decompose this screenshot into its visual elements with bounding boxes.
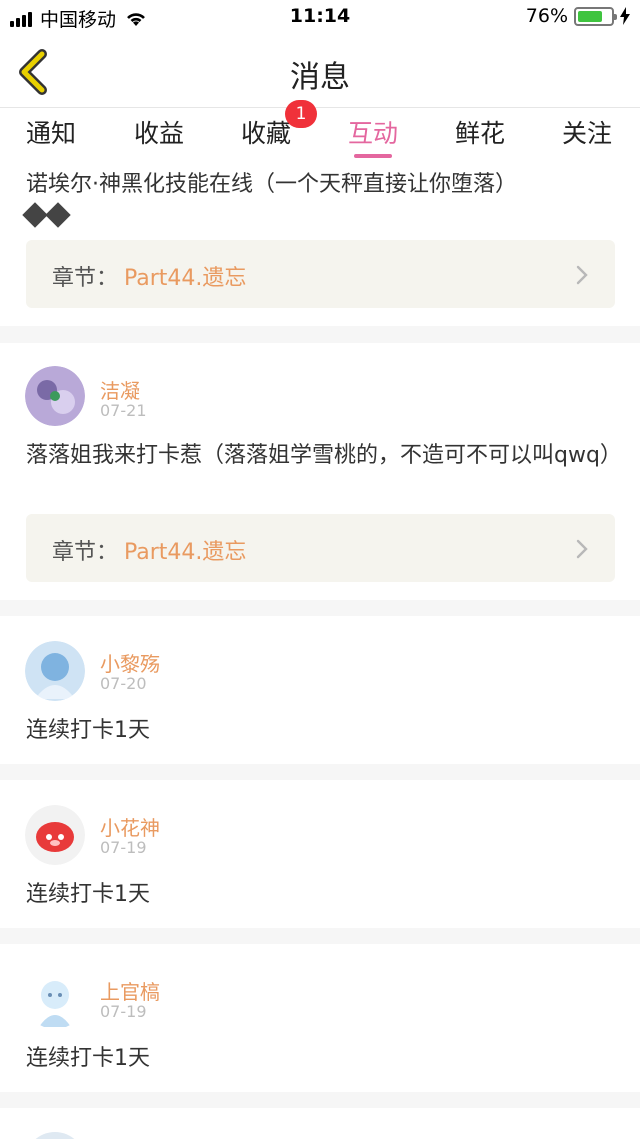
username[interactable]: 上官槁 xyxy=(100,976,160,1005)
tab-following[interactable]: 关注 xyxy=(562,114,612,150)
charging-bolt-icon xyxy=(620,7,630,25)
tab-notifications[interactable]: 通知 xyxy=(26,114,76,150)
username[interactable]: 洁凝 xyxy=(100,375,140,404)
tab-label: 鲜花 xyxy=(455,119,506,148)
avatar-image xyxy=(25,805,85,865)
battery-percent: 76% xyxy=(525,5,568,27)
message-text: 落落姐我来打卡惹（落落姐学雪桃的，不造可不可以叫qwq） xyxy=(26,443,622,468)
unknown-glyph-icon xyxy=(22,202,48,228)
message-date: 07-20 xyxy=(100,674,147,693)
navigation-bar: 消息 xyxy=(0,36,640,108)
message-card: 上官槁 07-19 连续打卡1天 xyxy=(0,944,640,1092)
tab-interactions[interactable]: 互动 xyxy=(348,114,399,158)
message-card: 洁凝 07-21 落落姐我来打卡惹（落落姐学雪桃的，不造可不可以叫qwq） 章节… xyxy=(0,343,640,600)
username[interactable]: 小黎殇 xyxy=(100,648,160,677)
avatar[interactable] xyxy=(25,969,85,1029)
chapter-link[interactable]: 章节： Part44.遗忘 xyxy=(26,240,615,308)
chevron-right-icon xyxy=(576,265,588,285)
page-title: 消息 xyxy=(290,60,350,95)
unknown-glyph-icon xyxy=(45,202,71,228)
avatar[interactable] xyxy=(25,1132,85,1139)
avatar[interactable] xyxy=(25,641,85,701)
message-text: 连续打卡1天 xyxy=(26,718,150,743)
tab-flowers[interactable]: 鲜花 xyxy=(455,114,505,150)
chapter-label: 章节： xyxy=(52,266,119,291)
tab-earnings[interactable]: 收益 xyxy=(134,114,184,150)
avatar-image xyxy=(25,641,85,701)
message-date: 07-19 xyxy=(100,1002,147,1021)
message-card: 小花神 07-19 连续打卡1天 xyxy=(0,780,640,928)
tab-label: 关注 xyxy=(562,119,613,148)
message-card: 诺埃尔·神黑化技能在线（一个天秤直接让你堕落） 章节： Part44.遗忘 xyxy=(0,158,640,326)
message-text: 连续打卡1天 xyxy=(26,882,150,907)
status-bar: 中国移动 11:14 76% xyxy=(0,0,640,36)
chapter-label: 章节： xyxy=(52,540,119,565)
username[interactable]: 小花神 xyxy=(100,812,160,841)
battery-icon xyxy=(574,6,617,26)
chapter-title: Part44.遗忘 xyxy=(124,540,247,565)
avatar[interactable] xyxy=(25,805,85,865)
message-date: 07-21 xyxy=(100,401,147,420)
message-card xyxy=(0,1108,640,1139)
avatar[interactable] xyxy=(25,366,85,426)
tab-label: 收藏 xyxy=(241,119,292,148)
tab-bar: 通知 收益 收藏 1 互动 鲜花 关注 xyxy=(0,100,640,158)
chapter-link[interactable]: 章节： Part44.遗忘 xyxy=(26,514,615,582)
tab-favorites[interactable]: 收藏 1 xyxy=(241,100,318,150)
tab-label: 互动 xyxy=(348,119,399,148)
avatar-image xyxy=(25,969,85,1029)
tab-label: 收益 xyxy=(134,119,185,148)
chevron-right-icon xyxy=(576,539,588,559)
status-right: 76% xyxy=(526,5,630,27)
message-card: 小黎殇 07-20 连续打卡1天 xyxy=(0,616,640,764)
avatar-image xyxy=(25,366,85,426)
message-text: 连续打卡1天 xyxy=(26,1046,150,1071)
message-text: 诺埃尔·神黑化技能在线（一个天秤直接让你堕落） xyxy=(22,170,616,230)
unread-badge: 1 xyxy=(285,100,318,128)
message-date: 07-19 xyxy=(100,838,147,857)
tab-label: 通知 xyxy=(26,119,77,148)
chapter-title: Part44.遗忘 xyxy=(124,266,247,291)
